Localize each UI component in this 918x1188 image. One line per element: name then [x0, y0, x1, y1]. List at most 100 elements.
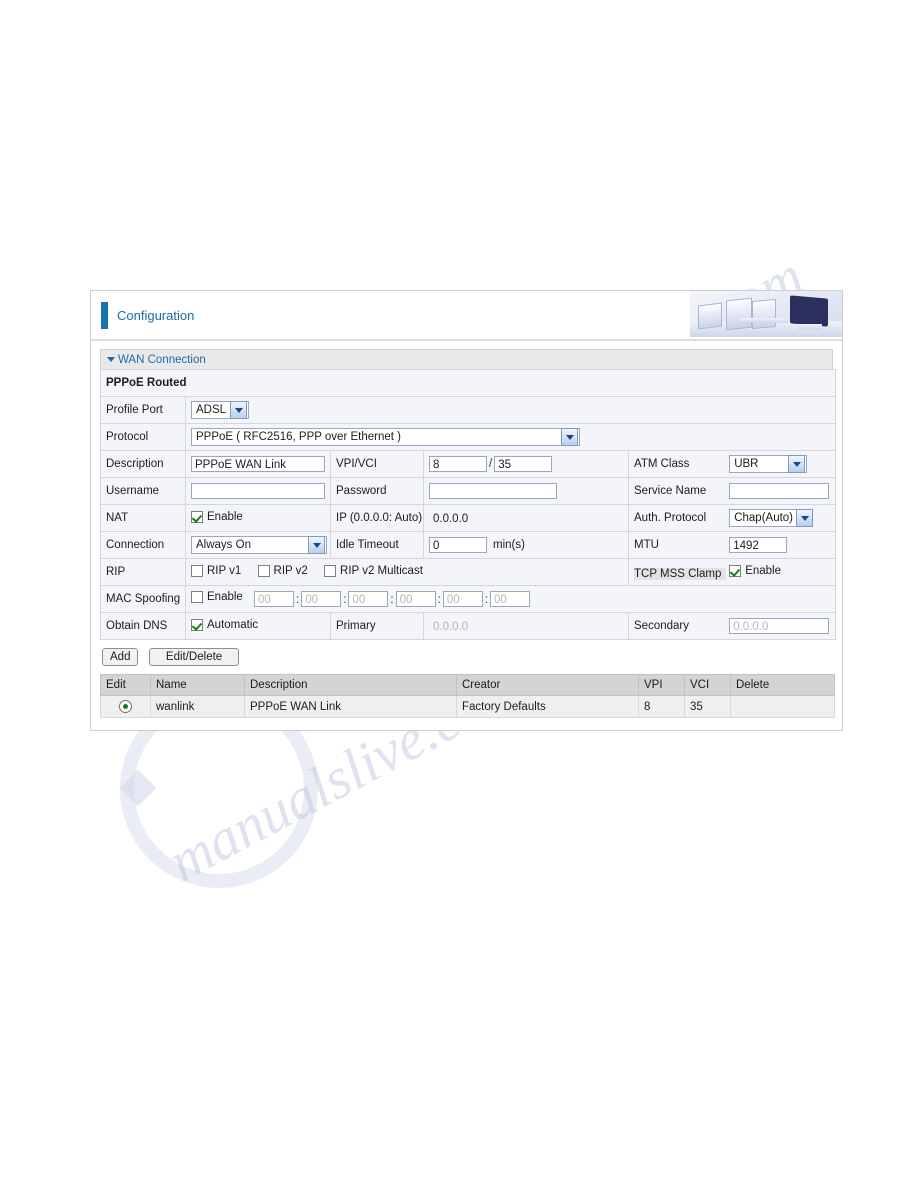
- label-connection: Connection: [100, 531, 186, 559]
- cell-vpi: 8: [638, 695, 685, 718]
- atm-class-value: UBR: [734, 458, 759, 470]
- checkbox-icon[interactable]: [729, 564, 742, 577]
- obtain-dns-automatic-label: Automatic: [207, 618, 259, 631]
- password-input[interactable]: [429, 483, 557, 499]
- label-rip: RIP: [100, 558, 186, 586]
- form-row-obtain-dns: Obtain DNS Automatic Primary 0.0.0.0 Sec…: [100, 612, 837, 640]
- chevron-down-icon[interactable]: [230, 401, 247, 419]
- watermark-diamond-3: [119, 769, 157, 807]
- mtu-input[interactable]: 1492: [729, 537, 788, 553]
- chevron-down-icon[interactable]: [561, 428, 578, 446]
- panel-header: Configuration: [91, 291, 842, 341]
- nat-enable-checkbox[interactable]: Enable: [191, 510, 243, 523]
- cell-vpi-vci: 8/35: [423, 450, 629, 478]
- chevron-down-icon[interactable]: [796, 509, 814, 527]
- profile-port-select[interactable]: ADSL: [191, 401, 249, 419]
- cell-username: [185, 477, 331, 505]
- cell-tcp-mss-clamp: TCP MSS Clamp Enable: [627, 558, 837, 586]
- chevron-down-icon[interactable]: [308, 536, 325, 554]
- mac-octet-4-input[interactable]: 00: [395, 591, 436, 608]
- mac-spoofing-enable-label: Enable: [207, 590, 243, 603]
- mac-separator-3: :: [390, 593, 394, 606]
- mac-octet-6-input[interactable]: 00: [490, 591, 531, 608]
- checkbox-icon[interactable]: [191, 590, 203, 603]
- column-header-delete: Delete: [730, 674, 835, 696]
- checkbox-icon[interactable]: [191, 510, 203, 523]
- wan-connection-list-table: Edit Name Description Creator VPI VCI De…: [100, 674, 835, 718]
- form-row-description: Description PPPoE WAN Link VPI/VCI 8/35 …: [100, 450, 837, 478]
- cell-dns-primary: 0.0.0.0: [423, 612, 629, 640]
- atm-class-select[interactable]: UBR: [729, 455, 808, 473]
- label-mac-spoofing: MAC Spoofing: [100, 585, 186, 613]
- idle-timeout-unit: min(s): [493, 539, 525, 552]
- label-dns-primary: Primary: [330, 612, 424, 640]
- obtain-dns-automatic-checkbox[interactable]: Automatic: [191, 618, 259, 631]
- protocol-select[interactable]: PPPoE ( RFC2516, PPP over Ethernet ): [191, 428, 580, 446]
- form-row-connection: Connection Always On Idle Timeout 0 min(s…: [100, 531, 837, 559]
- add-button[interactable]: Add: [102, 648, 139, 666]
- label-obtain-dns: Obtain DNS: [100, 612, 186, 640]
- vpi-input[interactable]: 8: [429, 456, 487, 472]
- rip-v2-checkbox[interactable]: RIP v2: [257, 564, 308, 577]
- wan-connection-form: PPPoE Routed Profile Port ADSL Protocol …: [99, 369, 837, 640]
- mac-octet-2-input[interactable]: 00: [301, 591, 342, 608]
- cell-profile-port: ADSL: [184, 396, 837, 424]
- edit-radio-button[interactable]: [119, 699, 132, 713]
- label-ip: IP (0.0.0.0: Auto): [330, 504, 424, 532]
- checkbox-icon[interactable]: [191, 618, 203, 631]
- mac-separator-5: :: [484, 593, 489, 606]
- mac-octet-3-input[interactable]: 00: [348, 591, 389, 608]
- cell-atm-class: ATM Class UBR: [627, 450, 837, 478]
- nat-enable-label: Enable: [207, 510, 243, 523]
- form-row-protocol: Protocol PPPoE ( RFC2516, PPP over Ether…: [100, 423, 837, 451]
- tcp-mss-clamp-label: Enable: [745, 564, 782, 577]
- checkbox-icon[interactable]: [257, 564, 270, 577]
- form-row-mac-spoofing: MAC Spoofing Enable 00:00:00:00:00:00: [100, 585, 837, 613]
- label-vpi-vci: VPI/VCI: [330, 450, 424, 478]
- label-auth-protocol: Auth. Protocol: [634, 512, 707, 525]
- rip-v2-multicast-label: RIP v2 Multicast: [340, 564, 423, 577]
- rip-v2-multicast-checkbox[interactable]: RIP v2 Multicast: [324, 564, 423, 577]
- auth-protocol-value: Chap(Auto): [734, 512, 794, 524]
- accent-bar: [101, 301, 108, 329]
- username-input[interactable]: [191, 483, 325, 499]
- table-header-row: Edit Name Description Creator VPI VCI De…: [100, 674, 835, 696]
- cell-nat: Enable: [185, 504, 331, 532]
- cell-idle-timeout: 0 min(s): [423, 531, 629, 559]
- tcp-mss-clamp-checkbox[interactable]: Enable: [729, 564, 782, 577]
- protocol-value: PPPoE ( RFC2516, PPP over Ethernet ): [196, 431, 401, 443]
- column-header-vpi: VPI: [638, 674, 685, 696]
- table-row[interactable]: wanlink PPPoE WAN Link Factory Defaults …: [100, 695, 835, 718]
- label-nat: NAT: [100, 504, 186, 532]
- auth-protocol-select[interactable]: Chap(Auto): [729, 509, 814, 527]
- form-subtitle: PPPoE Routed: [99, 369, 837, 397]
- cell-mtu: MTU 1492: [627, 531, 837, 559]
- mac-octet-1-input[interactable]: 00: [254, 591, 295, 608]
- edit-delete-button[interactable]: Edit/Delete: [148, 648, 240, 666]
- vci-input[interactable]: 35: [494, 456, 553, 472]
- idle-timeout-input[interactable]: 0: [429, 537, 487, 553]
- dns-primary-input[interactable]: 0.0.0.0: [429, 618, 557, 634]
- label-tcp-mss-clamp: TCP MSS Clamp: [634, 567, 726, 580]
- label-mtu: MTU: [634, 539, 659, 552]
- ip-input[interactable]: 0.0.0.0: [429, 510, 557, 526]
- label-dns-secondary: Secondary: [634, 620, 689, 633]
- column-header-name: Name: [150, 674, 245, 696]
- section-header-wan-connection[interactable]: WAN Connection: [100, 349, 833, 369]
- mac-octet-5-input[interactable]: 00: [442, 591, 483, 608]
- rip-v1-label: RIP v1: [207, 564, 242, 577]
- profile-port-value: ADSL: [196, 404, 227, 416]
- rip-v1-checkbox[interactable]: RIP v1: [191, 564, 242, 577]
- dns-secondary-input[interactable]: 0.0.0.0: [729, 618, 830, 634]
- description-input[interactable]: PPPoE WAN Link: [191, 456, 325, 472]
- cell-delete[interactable]: [730, 695, 835, 718]
- office-monitors-image: [690, 291, 842, 337]
- checkbox-icon[interactable]: [191, 564, 203, 577]
- chevron-down-icon[interactable]: [788, 455, 806, 473]
- checkbox-icon[interactable]: [324, 564, 337, 577]
- rip-v2-label: RIP v2: [273, 564, 308, 577]
- mac-spoofing-enable-checkbox[interactable]: Enable: [191, 590, 243, 603]
- service-name-input[interactable]: [729, 483, 830, 499]
- connection-select[interactable]: Always On: [191, 536, 327, 554]
- cell-edit[interactable]: [100, 695, 151, 718]
